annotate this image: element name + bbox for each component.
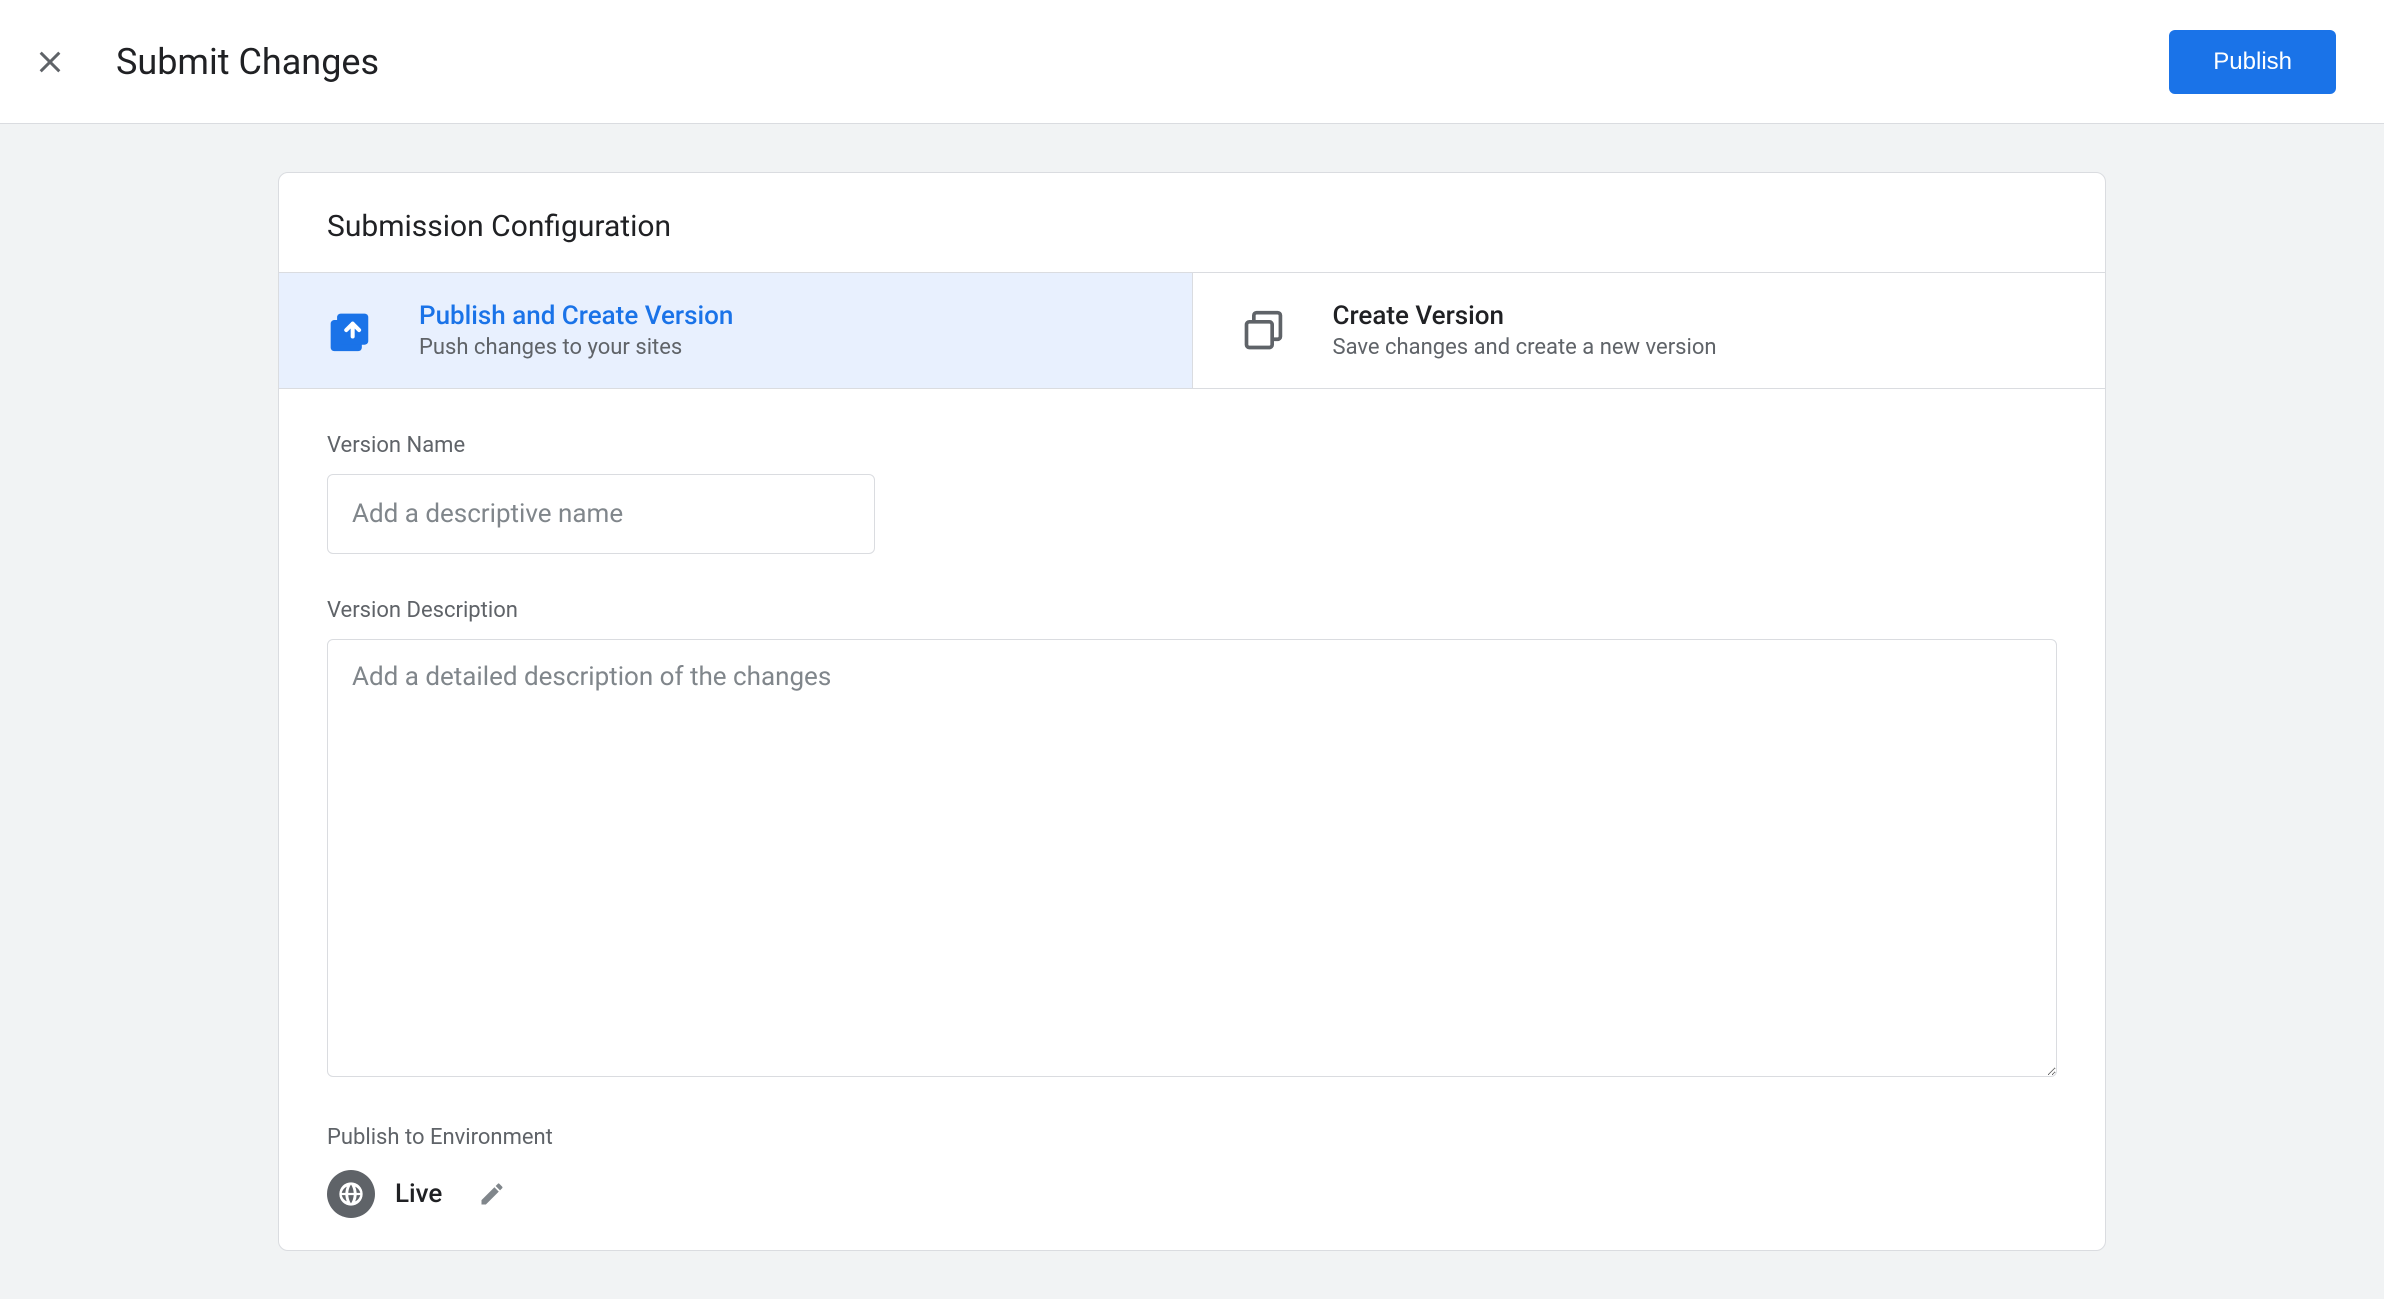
tab-subtitle: Save changes and create a new version [1333,335,1717,360]
environment-row: Live [327,1170,2057,1218]
tab-create-version[interactable]: Create Version Save changes and create a… [1192,273,2106,388]
version-description-label: Version Description [327,598,2057,623]
close-button[interactable] [32,44,68,80]
top-bar: Submit Changes Publish [0,0,2384,124]
tab-subtitle: Push changes to your sites [419,335,733,360]
environment-label: Publish to Environment [327,1125,2057,1150]
version-name-block: Version Name [327,433,2057,554]
version-description-input[interactable] [327,639,2057,1077]
form-section: Version Name Version Description Publish… [279,389,2105,1250]
card-title: Submission Configuration [279,173,2105,272]
tab-row: Publish and Create Version Push changes … [279,272,2105,389]
globe-icon [327,1170,375,1218]
tab-texts: Publish and Create Version Push changes … [419,301,733,360]
publish-button[interactable]: Publish [2169,30,2336,94]
version-name-label: Version Name [327,433,2057,458]
page-title: Submit Changes [116,41,379,83]
close-icon [34,46,66,78]
pencil-icon [478,1180,506,1208]
submission-card: Submission Configuration Publish and Cre… [278,172,2106,1251]
publish-create-icon [327,309,371,353]
version-description-block: Version Description [327,598,2057,1081]
version-name-input[interactable] [327,474,875,554]
tab-texts: Create Version Save changes and create a… [1333,301,1717,360]
tab-publish-and-create-version[interactable]: Publish and Create Version Push changes … [279,273,1192,388]
environment-block: Publish to Environment Live [327,1125,2057,1218]
create-version-icon [1241,309,1285,353]
top-bar-left: Submit Changes [32,41,379,83]
tab-title: Publish and Create Version [419,301,733,331]
edit-environment-button[interactable] [478,1180,506,1208]
page-body: Submission Configuration Publish and Cre… [0,124,2384,1299]
environment-name: Live [395,1179,442,1209]
tab-title: Create Version [1333,301,1717,331]
